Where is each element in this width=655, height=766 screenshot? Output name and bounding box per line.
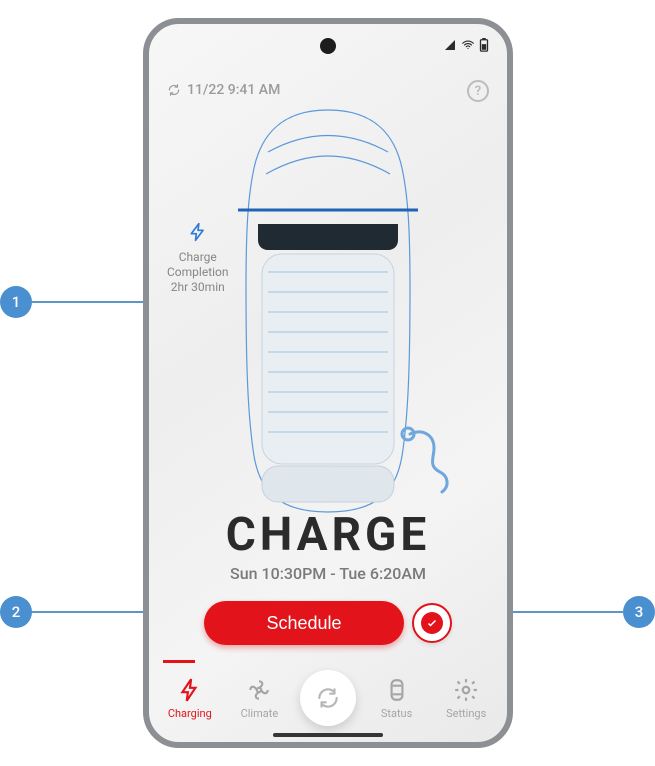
active-tab-indicator (163, 660, 195, 663)
vehicle-top-view (198, 104, 458, 524)
bottom-nav: Charging Climate Status Settings (149, 670, 507, 726)
help-button[interactable]: ? (467, 80, 489, 102)
nav-charging[interactable]: Charging (161, 677, 219, 720)
last-sync-text: 11/22 9:41 AM (187, 82, 280, 98)
refresh-button[interactable] (300, 670, 356, 726)
nav-settings[interactable]: Settings (437, 677, 495, 720)
annotation-bubble-1: 1 (0, 286, 32, 318)
gear-icon (453, 677, 479, 703)
annotation-bubble-2: 2 (0, 596, 32, 628)
nav-label-settings: Settings (446, 707, 486, 720)
nav-label-status: Status (381, 707, 412, 720)
nav-label-climate: Climate (241, 707, 279, 720)
sync-icon (167, 83, 181, 97)
app-screen: 11/22 9:41 AM ? Charge Completion 2hr 30… (149, 24, 507, 742)
confirm-schedule-button[interactable] (412, 603, 452, 643)
nav-climate[interactable]: Climate (230, 677, 288, 720)
home-indicator (273, 733, 383, 737)
schedule-button[interactable]: Schedule (204, 601, 404, 645)
charging-icon (177, 677, 203, 703)
refresh-icon (315, 685, 341, 711)
schedule-row: Schedule (167, 601, 489, 645)
phone-frame: 11/22 9:41 AM ? Charge Completion 2hr 30… (143, 18, 513, 748)
schedule-range-text: Sun 10:30PM - Tue 6:20AM (167, 564, 489, 583)
vehicle-graphic-area: Charge Completion 2hr 30min (167, 104, 489, 524)
fan-icon (246, 677, 272, 703)
car-icon (384, 677, 410, 703)
annotation-bubble-3: 3 (623, 596, 655, 628)
nav-status[interactable]: Status (368, 677, 426, 720)
last-sync-row: 11/22 9:41 AM (167, 82, 489, 98)
nav-label-charging: Charging (168, 707, 212, 720)
check-icon (426, 617, 438, 629)
